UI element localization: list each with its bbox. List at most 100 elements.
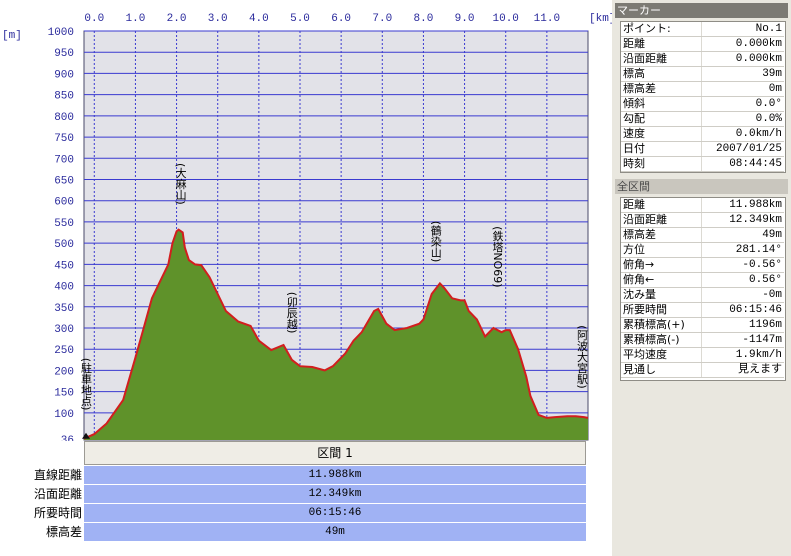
y-tick-label: 700: [54, 154, 74, 166]
info-key: 日付: [621, 141, 702, 157]
y-tick-label: 950: [54, 48, 74, 60]
section-header[interactable]: 区間 1: [84, 441, 586, 465]
info-key: 累積標高(-): [621, 332, 702, 348]
info-key: 標高差: [621, 81, 702, 97]
summary-label: 直線距離: [33, 468, 82, 482]
info-value: -0.56°: [701, 257, 784, 273]
info-key: 沈み量: [621, 287, 702, 303]
info-row: 標高差 49m: [621, 227, 784, 243]
y-tick-label: 500: [54, 239, 74, 251]
peak-label-text: (大麻山): [174, 163, 187, 205]
peak-label-text: (駐車地点): [80, 358, 93, 411]
y-unit-label: [m]: [2, 30, 22, 42]
info-key: 沿面距離: [621, 51, 702, 67]
info-row: ポイント: No.1: [621, 22, 784, 37]
info-key: 俯角→: [621, 257, 702, 273]
peak-label-text: (鉄塔NO69): [491, 226, 504, 287]
y-tick-label: 650: [54, 175, 74, 187]
x-tick-label: 9.0: [455, 13, 475, 25]
x-unit-label: [km]: [589, 13, 612, 25]
x-tick-label: 6.0: [331, 13, 351, 25]
info-value: -0m: [701, 287, 784, 303]
summary-value: 11.988km: [84, 466, 586, 484]
info-row: 所要時間 06:15:46: [621, 302, 784, 318]
info-row: 距離 0.000km: [621, 36, 784, 52]
info-row: 平均速度 1.9km/h: [621, 347, 784, 363]
y-tick-label: 1000: [48, 27, 74, 39]
info-key: 距離: [621, 36, 702, 52]
info-value: 0.0%: [701, 111, 784, 127]
x-tick-label: 5.0: [290, 13, 310, 25]
y-tick-label: 300: [54, 324, 74, 336]
info-value: 49m: [701, 227, 784, 243]
info-value: No.1: [701, 22, 784, 37]
info-value: 0.56°: [701, 272, 784, 288]
info-value: 11.988km: [701, 198, 784, 213]
y-tick-label: 750: [54, 133, 74, 145]
x-tick-label: 11.0: [534, 13, 560, 25]
info-value: 見えます: [701, 362, 784, 378]
info-key: 平均速度: [621, 347, 702, 363]
peak-label-text: (卯辰越): [285, 292, 298, 334]
info-key: 所要時間: [621, 302, 702, 318]
all-section-info-table: 距離 11.988km 沿面距離 12.349km 標高差 49m 方位 281.14° 俯角→…: [621, 198, 784, 378]
info-row: 累積標高(-) -1147m: [621, 332, 784, 348]
peak-label-text: (阿波大宮駅): [576, 325, 589, 389]
info-key: 距離: [621, 198, 702, 213]
info-value: 1.9km/h: [701, 347, 784, 363]
y-tick-label: 450: [54, 260, 74, 272]
peak-label: (阿波大宮駅): [576, 325, 589, 389]
info-value: 12.349km: [701, 212, 784, 228]
y-tick-label: 550: [54, 218, 74, 230]
info-value: 0.000km: [701, 51, 784, 67]
x-tick-label: 8.0: [414, 13, 434, 25]
info-value: 281.14°: [701, 242, 784, 258]
marker-panel-title[interactable]: マーカー: [615, 3, 788, 18]
info-row: 沈み量 -0m: [621, 287, 784, 303]
peak-label: (大麻山): [174, 163, 187, 205]
x-tick-label: 1.0: [126, 13, 146, 25]
info-key: 速度: [621, 126, 702, 142]
info-key: 時刻: [621, 156, 702, 172]
info-row: 傾斜 0.0°: [621, 96, 784, 112]
y-tick-label: 600: [54, 197, 74, 209]
info-value: 2007/01/25: [701, 141, 784, 157]
info-value: 06:15:46: [701, 302, 784, 318]
summary-label: 標高差: [45, 525, 82, 539]
y-tick-label: 900: [54, 69, 74, 81]
summary-value: 49m: [84, 523, 586, 541]
x-tick-label: 3.0: [208, 13, 228, 25]
x-tick-label: 2.0: [167, 13, 187, 25]
info-row: 標高 39m: [621, 66, 784, 82]
info-key: 傾斜: [621, 96, 702, 112]
x-tick-label: 0.0: [84, 13, 104, 25]
info-value: -1147m: [701, 332, 784, 348]
info-row: 距離 11.988km: [621, 198, 784, 213]
info-row: 見通し 見えます: [621, 362, 784, 378]
y-tick-label: 200: [54, 366, 74, 378]
info-row: 方位 281.14°: [621, 242, 784, 258]
y-tick-label: 350: [54, 303, 74, 315]
info-key: 方位: [621, 242, 702, 258]
info-row: 累積標高(+) 1196m: [621, 317, 784, 333]
info-key: 累積標高(+): [621, 317, 702, 333]
info-row: 俯角→ -0.56°: [621, 257, 784, 273]
all-section-panel-title[interactable]: 全区間: [615, 179, 788, 194]
x-tick-label: 10.0: [493, 13, 519, 25]
info-row: 俯角← 0.56°: [621, 272, 784, 288]
info-value: 0m: [701, 81, 784, 97]
info-key: 標高差: [621, 227, 702, 243]
summary-label: 沿面距離: [33, 487, 82, 501]
info-key: 標高: [621, 66, 702, 82]
info-row: 勾配 0.0%: [621, 111, 784, 127]
info-row: 速度 0.0km/h: [621, 126, 784, 142]
peak-label-text: (鶴染山): [429, 221, 442, 263]
elevation-chart[interactable]: 1000 950 900 850 800 750 700 650 600 550 500 450 400…: [0, 0, 612, 441]
summary-value: 12.349km: [84, 485, 586, 503]
info-key: 俯角←: [621, 272, 702, 288]
x-tick-label: 4.0: [249, 13, 269, 25]
info-row: 時刻 08:44:45: [621, 156, 784, 172]
y-tick-label: 150: [54, 388, 74, 400]
info-value: 0.000km: [701, 36, 784, 52]
info-key: 見通し: [621, 362, 702, 378]
